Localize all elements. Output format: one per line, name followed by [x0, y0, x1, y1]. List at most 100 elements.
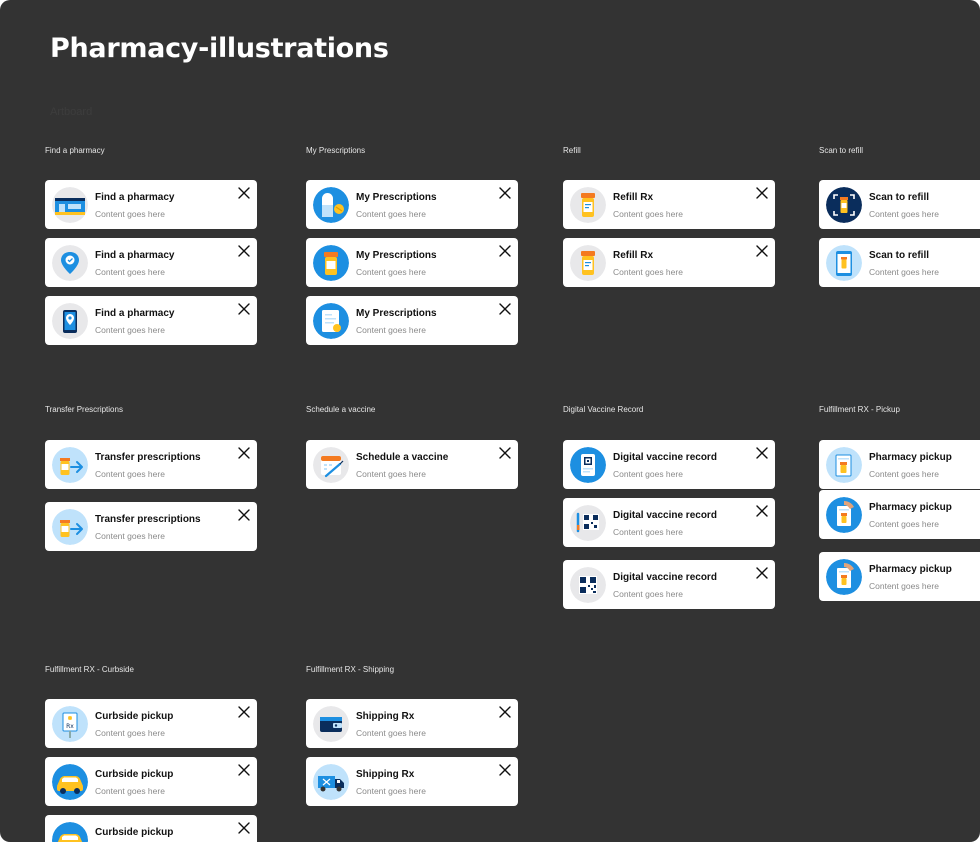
- notification-card[interactable]: Digital vaccine record Content goes here: [563, 440, 775, 489]
- svg-text:Rx: Rx: [66, 723, 74, 730]
- card-title: Curbside pickup: [95, 711, 174, 722]
- card-title: Find a pharmacy: [95, 308, 175, 319]
- notification-card[interactable]: Pharmacy pickup Content goes here: [819, 552, 980, 601]
- card-subtitle: Content goes here: [613, 209, 683, 219]
- section-label: Scan to refill: [819, 146, 864, 155]
- artboard-canvas: Pharmacy-illustrations Artboard Find a p…: [0, 0, 980, 842]
- card-subtitle: Content goes here: [613, 527, 683, 537]
- card-title: Shipping Rx: [356, 711, 415, 722]
- card-subtitle: Content goes here: [869, 469, 939, 479]
- pickup-bag-icon: [826, 447, 862, 483]
- card-subtitle: Content goes here: [869, 267, 939, 277]
- card-title: My Prescriptions: [356, 308, 437, 319]
- card-title: Refill Rx: [613, 192, 654, 203]
- card-title: Schedule a vaccine: [356, 452, 449, 463]
- qr-syringe-icon: [570, 505, 606, 541]
- close-icon[interactable]: [237, 508, 251, 522]
- close-icon[interactable]: [498, 446, 512, 460]
- pill-capsule-icon: [313, 187, 349, 223]
- close-icon[interactable]: [755, 504, 769, 518]
- notification-card[interactable]: Shipping Rx Content goes here: [306, 757, 518, 806]
- notification-card[interactable]: Find a pharmacy Content goes here: [45, 296, 257, 345]
- notification-card[interactable]: Refill Rx Content goes here: [563, 180, 775, 229]
- close-icon[interactable]: [237, 244, 251, 258]
- card-title: Find a pharmacy: [95, 250, 175, 261]
- close-icon[interactable]: [237, 705, 251, 719]
- card-subtitle: Content goes here: [356, 728, 426, 738]
- card-subtitle: Content goes here: [95, 209, 165, 219]
- notification-card[interactable]: Digital vaccine record Content goes here: [563, 560, 775, 609]
- card-title: Digital vaccine record: [613, 572, 717, 583]
- card-subtitle: Content goes here: [95, 728, 165, 738]
- notification-card[interactable]: Curbside pickup Content goes here: [45, 757, 257, 806]
- card-title: Pharmacy pickup: [869, 452, 952, 463]
- transfer-arrow-icon: [52, 447, 88, 483]
- card-title: Curbside pickup: [95, 827, 174, 838]
- close-icon[interactable]: [755, 186, 769, 200]
- refill-bottle-icon: [570, 187, 606, 223]
- close-icon[interactable]: [237, 821, 251, 835]
- card-subtitle: Content goes here: [869, 209, 939, 219]
- close-icon[interactable]: [498, 244, 512, 258]
- notification-card[interactable]: Pharmacy pickup Content goes here: [819, 490, 980, 539]
- storefront-icon: [52, 187, 88, 223]
- card-title: Digital vaccine record: [613, 510, 717, 521]
- close-icon[interactable]: [498, 302, 512, 316]
- notification-card[interactable]: Transfer prescriptions Content goes here: [45, 502, 257, 551]
- phone-location-icon: [52, 303, 88, 339]
- scan-phone-icon: [826, 245, 862, 281]
- notification-card[interactable]: Pharmacy pickup Content goes here: [819, 440, 980, 489]
- card-subtitle: Content goes here: [95, 786, 165, 796]
- notification-card[interactable]: Rx Curbside pickup Content goes here: [45, 699, 257, 748]
- notification-card[interactable]: Digital vaccine record Content goes here: [563, 498, 775, 547]
- close-icon[interactable]: [755, 446, 769, 460]
- card-title: Refill Rx: [613, 250, 654, 261]
- section-label: Fulfillment RX - Curbside: [45, 665, 134, 674]
- notification-card[interactable]: My Prescriptions Content goes here: [306, 296, 518, 345]
- close-icon[interactable]: [755, 566, 769, 580]
- close-icon[interactable]: [237, 302, 251, 316]
- card-title: Pharmacy pickup: [869, 564, 952, 575]
- notification-card[interactable]: Shipping Rx Content goes here: [306, 699, 518, 748]
- card-subtitle: Content goes here: [613, 469, 683, 479]
- section-label: Fulfillment RX - Shipping: [306, 665, 395, 674]
- card-title: Transfer prescriptions: [95, 452, 201, 463]
- notification-card[interactable]: Scan to refill Content goes here: [819, 180, 980, 229]
- close-icon[interactable]: [498, 763, 512, 777]
- close-icon[interactable]: [498, 186, 512, 200]
- prescription-list-icon: [313, 303, 349, 339]
- section-label: Refill: [563, 146, 581, 155]
- card-title: Find a pharmacy: [95, 192, 175, 203]
- card-subtitle: Content goes here: [869, 581, 939, 591]
- card-title: Transfer prescriptions: [95, 514, 201, 525]
- close-icon[interactable]: [498, 705, 512, 719]
- notification-card[interactable]: Schedule a vaccine Content goes here: [306, 440, 518, 489]
- card-title: My Prescriptions: [356, 250, 437, 261]
- section-label: Find a pharmacy: [45, 146, 105, 155]
- notification-card[interactable]: Find a pharmacy Content goes here: [45, 180, 257, 229]
- notification-card[interactable]: Scan to refill Content goes here: [819, 238, 980, 287]
- notification-card[interactable]: My Prescriptions Content goes here: [306, 238, 518, 287]
- card-subtitle: Content goes here: [356, 267, 426, 277]
- card-title: Curbside pickup: [95, 769, 174, 780]
- notification-card[interactable]: My Prescriptions Content goes here: [306, 180, 518, 229]
- notification-card[interactable]: Transfer prescriptions Content goes here: [45, 440, 257, 489]
- map-pin-icon: [52, 245, 88, 281]
- section-label: My Prescriptions: [306, 146, 366, 155]
- card-subtitle: Content goes here: [95, 469, 165, 479]
- close-icon[interactable]: [237, 763, 251, 777]
- page-title: Pharmacy-illustrations: [50, 33, 389, 64]
- curbside-sign-icon: Rx: [52, 706, 88, 742]
- close-icon[interactable]: [237, 446, 251, 460]
- close-icon[interactable]: [755, 244, 769, 258]
- car-icon: [52, 764, 88, 800]
- section-label: Fulfillment RX - Pickup: [819, 405, 900, 414]
- pickup-hand-icon: [826, 497, 862, 533]
- notification-card[interactable]: Find a pharmacy Content goes here: [45, 238, 257, 287]
- close-icon[interactable]: [237, 186, 251, 200]
- qr-code-icon: [570, 567, 606, 603]
- notification-card[interactable]: Curbside pickupContent goes here: [45, 815, 257, 842]
- artboard-label: Artboard: [50, 106, 93, 118]
- notification-card[interactable]: Refill Rx Content goes here: [563, 238, 775, 287]
- card-subtitle: Content goes here: [95, 267, 165, 277]
